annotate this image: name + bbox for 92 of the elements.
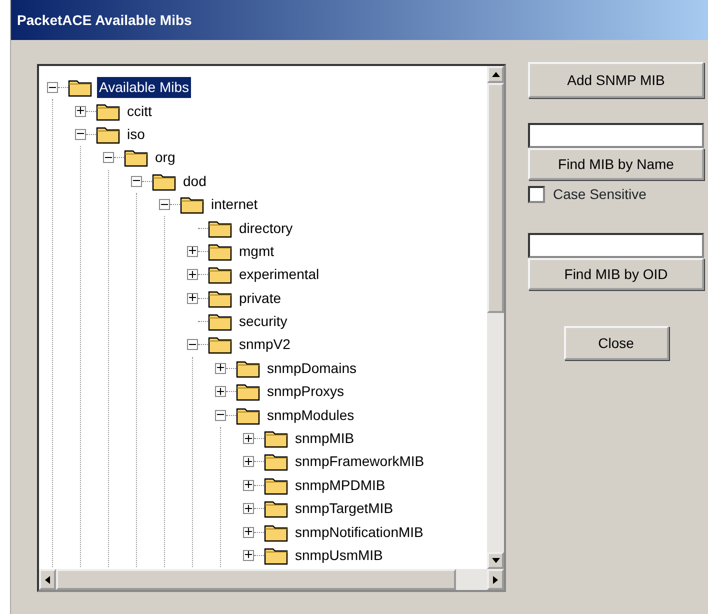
expand-button[interactable]: [243, 550, 254, 561]
scroll-up-button[interactable]: [487, 66, 504, 83]
folder-icon: [180, 195, 204, 214]
folder-icon: [236, 406, 260, 425]
plus-icon: [245, 551, 252, 558]
oid-input-field[interactable]: [528, 233, 704, 258]
tree-item[interactable]: snmpMPDMIB: [293, 474, 388, 496]
collapse-button[interactable]: [103, 152, 114, 164]
plus-icon: [245, 458, 252, 465]
tree-item[interactable]: Available Mibs: [97, 77, 192, 98]
find-by-name-button[interactable]: Find MIB by Name: [528, 148, 704, 180]
folder-icon: [208, 242, 232, 261]
collapse-button[interactable]: [131, 176, 142, 187]
expand-button[interactable]: [75, 106, 86, 117]
plus-icon: [189, 294, 196, 302]
tree-item[interactable]: internet: [209, 194, 260, 216]
folder-icon: [264, 429, 288, 448]
tree-item[interactable]: mgmt: [237, 240, 276, 262]
plus-icon: [189, 270, 196, 278]
folder-icon: [208, 288, 232, 308]
name-input-field[interactable]: [528, 123, 704, 148]
expand-button[interactable]: [187, 292, 198, 304]
tree-item[interactable]: snmpProxys: [265, 381, 346, 402]
window-title: PacketACE Available Mibs: [11, 0, 708, 40]
folder-icon: [264, 476, 288, 495]
tree-item[interactable]: iso: [125, 124, 147, 145]
folder-icon: [96, 102, 120, 121]
collapse-button[interactable]: [187, 339, 198, 350]
expand-button[interactable]: [215, 386, 226, 398]
checkbox-label: Case Sensitive: [553, 185, 646, 204]
collapse-button[interactable]: [159, 199, 170, 210]
folder-icon: [208, 335, 232, 354]
folder-icon: [208, 312, 232, 332]
tree-item[interactable]: dod: [181, 170, 208, 192]
tree-item[interactable]: snmpDomains: [265, 358, 358, 379]
collapse-button[interactable]: [47, 82, 58, 94]
scroll-left-button[interactable]: [39, 569, 56, 590]
right-arrow-icon: [493, 576, 498, 584]
scroll-right-button[interactable]: [487, 569, 504, 590]
tree-item[interactable]: snmpUsmMIB: [293, 545, 385, 566]
expand-button[interactable]: [187, 246, 198, 257]
left-arrow-icon: [45, 576, 50, 584]
scroll-down-button[interactable]: [487, 552, 504, 569]
plus-icon: [217, 364, 224, 372]
plus-icon: [77, 107, 84, 114]
tree-item[interactable]: experimental: [237, 264, 322, 286]
plus-icon: [245, 504, 252, 512]
expand-button[interactable]: [243, 456, 254, 468]
find-by-oid-button[interactable]: Find MIB by OID: [528, 258, 704, 290]
plus-icon: [245, 528, 252, 536]
collapse-button[interactable]: [75, 128, 86, 140]
tree-item[interactable]: snmpV2: [237, 334, 292, 356]
vertical-scrollbar[interactable]: [487, 66, 504, 569]
folder-icon: [152, 172, 176, 191]
folder-icon: [124, 148, 148, 168]
down-arrow-icon: [492, 558, 500, 564]
tree-item[interactable]: snmpFrameworkMIB: [293, 451, 426, 472]
expand-button[interactable]: [243, 480, 254, 491]
expand-button[interactable]: [187, 269, 198, 280]
up-arrow-icon: [492, 72, 500, 78]
plus-icon: [189, 247, 196, 254]
folder-icon: [96, 124, 120, 144]
collapse-button[interactable]: [215, 410, 226, 421]
plus-icon: [245, 434, 252, 442]
folder-icon: [68, 78, 92, 98]
plus-icon: [245, 481, 252, 488]
tree-item[interactable]: directory: [237, 218, 295, 239]
tree-item[interactable]: ccitt: [125, 100, 154, 122]
folder-icon: [208, 265, 232, 284]
expand-button[interactable]: [243, 503, 254, 514]
tree-item[interactable]: snmpTargetMIB: [293, 498, 396, 520]
folder-icon: [264, 546, 288, 565]
folder-icon: [264, 452, 288, 472]
tree-item[interactable]: snmpModules: [265, 404, 356, 426]
tree-item[interactable]: org: [153, 147, 178, 168]
expand-button[interactable]: [243, 433, 254, 444]
close-button[interactable]: Close: [564, 326, 668, 360]
add-mib-button[interactable]: Add SNMP MIB: [528, 62, 704, 98]
folder-icon: [236, 382, 260, 402]
scroll-thumb[interactable]: [487, 83, 504, 313]
checkbox[interactable]: [528, 186, 545, 203]
tree-item[interactable]: private: [237, 288, 284, 309]
folder-icon: [264, 499, 288, 518]
folder-icon: [264, 522, 288, 542]
plus-icon: [217, 388, 224, 395]
folder-icon: [236, 358, 260, 378]
expand-button[interactable]: [243, 526, 254, 538]
folder-icon: [208, 218, 232, 238]
tree-item[interactable]: security: [237, 311, 290, 332]
expand-button[interactable]: [215, 362, 226, 374]
tree-item[interactable]: snmpNotificationMIB: [293, 522, 426, 543]
tree-item[interactable]: snmpMIB: [293, 428, 356, 450]
